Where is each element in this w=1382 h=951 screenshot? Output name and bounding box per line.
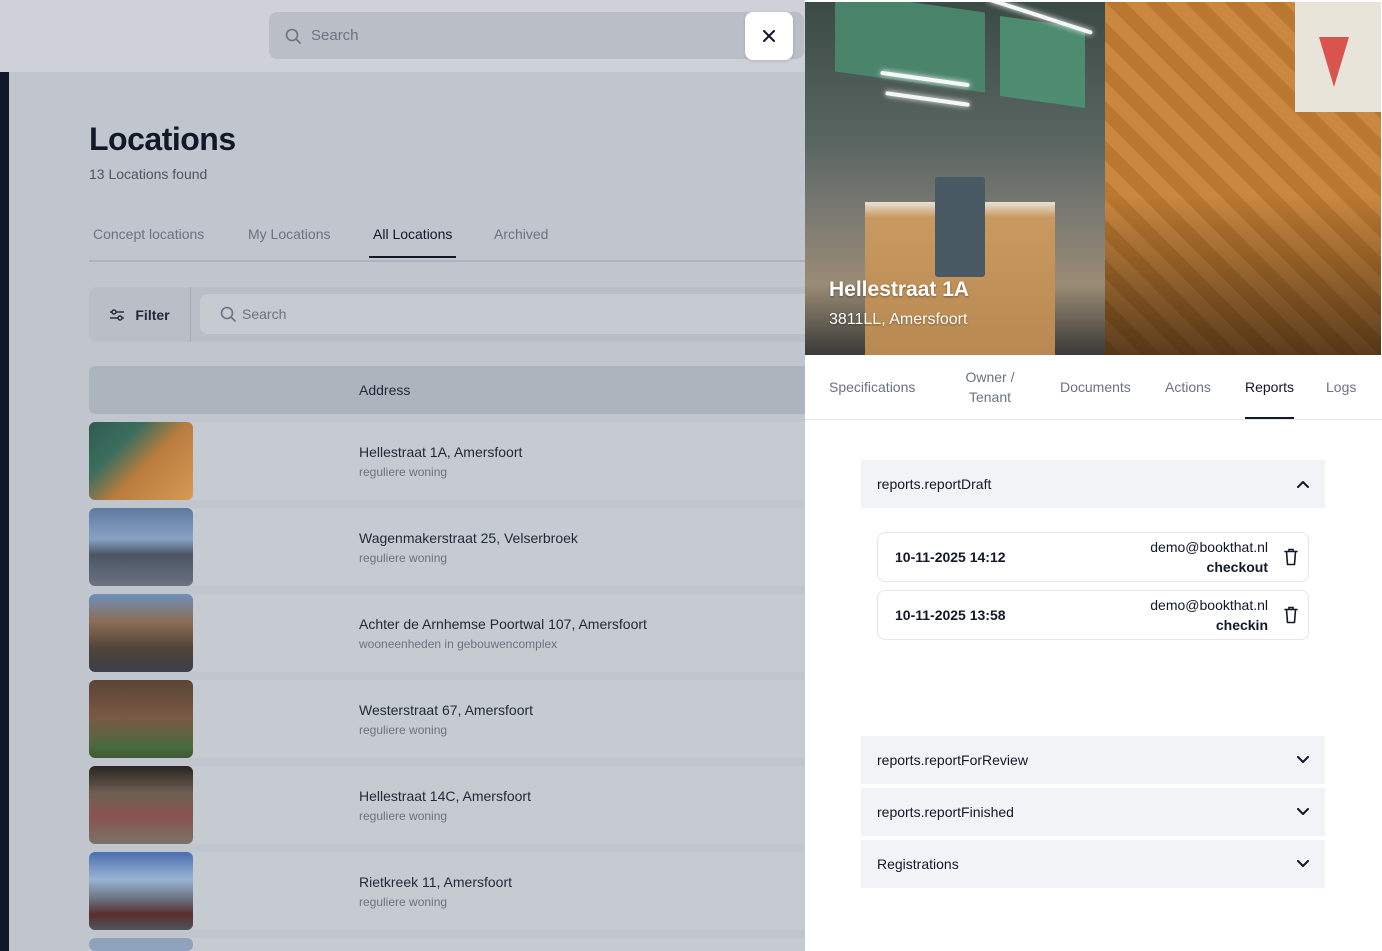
- accordion-label: reports.reportDraft: [877, 476, 992, 492]
- panel-tabs: Specifications Owner / Tenant Documents …: [805, 355, 1382, 420]
- report-date: 10-11-2025 13:58: [895, 607, 1006, 623]
- location-thumbnail: [89, 766, 193, 844]
- tab-logs[interactable]: Logs: [1326, 377, 1356, 397]
- report-date: 10-11-2025 14:12: [895, 549, 1006, 565]
- global-search-input[interactable]: Search: [269, 12, 804, 59]
- accordion-label: reports.reportFinished: [877, 804, 1014, 820]
- table-row[interactable]: [89, 938, 805, 951]
- close-icon: [763, 30, 775, 42]
- trash-icon[interactable]: [1284, 548, 1298, 566]
- location-tabs: Concept locations My Locations All Locat…: [89, 222, 805, 262]
- table-row[interactable]: Westerstraat 67, Amersfoort reguliere wo…: [89, 680, 805, 758]
- accordion-report-for-review[interactable]: reports.reportForReview: [861, 736, 1325, 784]
- trash-icon[interactable]: [1284, 606, 1298, 624]
- report-user: demo@bookthat.nl: [1150, 539, 1268, 555]
- location-thumbnail: [89, 938, 193, 951]
- tab-owner-tenant[interactable]: Owner / Tenant: [955, 367, 1025, 407]
- tab-my-locations[interactable]: My Locations: [244, 226, 334, 256]
- tab-documents[interactable]: Documents: [1060, 377, 1131, 397]
- location-thumbnail: [89, 852, 193, 930]
- table-row[interactable]: Hellestraat 1A, Amersfoort reguliere won…: [89, 422, 805, 500]
- global-search-placeholder: Search: [311, 27, 359, 44]
- chevron-up-icon: [1297, 481, 1309, 488]
- location-search-placeholder: Search: [242, 306, 287, 322]
- row-address: Rietkreek 11, Amersfoort: [359, 874, 513, 890]
- close-panel-button[interactable]: [745, 12, 793, 60]
- table-header: Address: [89, 366, 805, 414]
- row-kind: reguliere woning: [359, 809, 448, 823]
- accordion-label: reports.reportForReview: [877, 752, 1028, 768]
- table-row[interactable]: Wagenmakerstraat 25, Velserbroek regulie…: [89, 508, 805, 586]
- locations-count: 13 Locations found: [89, 166, 208, 182]
- row-address: Achter de Arnhemse Poortwal 107, Amersfo…: [359, 616, 647, 632]
- row-address: Hellestraat 1A, Amersfoort: [359, 444, 523, 460]
- search-icon: [220, 306, 236, 322]
- filter-button[interactable]: Filter: [89, 287, 191, 342]
- hero-photo-menu-board: [1000, 16, 1085, 108]
- sidebar-rail: [0, 72, 9, 951]
- row-address: Hellestraat 14C, Amersfoort: [359, 788, 531, 804]
- report-type: checkout: [1206, 559, 1268, 575]
- row-kind: reguliere woning: [359, 551, 448, 565]
- tab-concept-locations[interactable]: Concept locations: [89, 226, 208, 256]
- accordion-report-finished[interactable]: reports.reportFinished: [861, 788, 1325, 836]
- tab-all-locations[interactable]: All Locations: [369, 226, 457, 258]
- active-tab-indicator: [1245, 417, 1294, 419]
- report-user: demo@bookthat.nl: [1150, 597, 1268, 613]
- row-kind: reguliere woning: [359, 895, 448, 909]
- location-detail-panel: Hellestraat 1A 3811LL, Amersfoort Specif…: [805, 0, 1382, 951]
- location-thumbnail: [89, 594, 193, 672]
- tab-specifications[interactable]: Specifications: [829, 377, 915, 397]
- table-row[interactable]: Rietkreek 11, Amersfoort reguliere wonin…: [89, 852, 805, 930]
- hero-photo-machine: [935, 177, 985, 277]
- location-thumbnail: [89, 422, 193, 500]
- row-address: Westerstraat 67, Amersfoort: [359, 702, 534, 718]
- accordion-label: Registrations: [877, 856, 959, 872]
- location-thumbnail: [89, 680, 193, 758]
- table-row[interactable]: Hellestraat 14C, Amersfoort reguliere wo…: [89, 766, 805, 844]
- location-thumbnail: [89, 508, 193, 586]
- accordion-report-draft[interactable]: reports.reportDraft: [861, 460, 1325, 508]
- row-kind: reguliere woning: [359, 723, 448, 737]
- chevron-down-icon: [1297, 808, 1309, 815]
- report-item[interactable]: 10-11-2025 13:58 demo@bookthat.nl checki…: [877, 590, 1309, 640]
- tab-actions[interactable]: Actions: [1165, 377, 1211, 397]
- report-type: checkin: [1215, 617, 1268, 633]
- hero-photo-bag: [1295, 2, 1381, 112]
- filter-bar: Filter Search: [89, 287, 805, 342]
- row-kind: wooneenheden in gebouwencomplex: [359, 637, 558, 651]
- column-address: Address: [359, 382, 411, 398]
- filter-icon: [110, 308, 125, 321]
- location-title: Hellestraat 1A: [829, 278, 970, 301]
- row-address: Wagenmakerstraat 25, Velserbroek: [359, 530, 578, 546]
- location-hero-image: Hellestraat 1A 3811LL, Amersfoort: [805, 2, 1381, 355]
- tab-archived[interactable]: Archived: [490, 226, 552, 256]
- location-subtitle: 3811LL, Amersfoort: [829, 311, 968, 328]
- chevron-down-icon: [1297, 756, 1309, 763]
- accordion-registrations[interactable]: Registrations: [861, 840, 1325, 888]
- filter-label: Filter: [135, 306, 170, 323]
- table-row[interactable]: Achter de Arnhemse Poortwal 107, Amersfo…: [89, 594, 805, 672]
- report-item[interactable]: 10-11-2025 14:12 demo@bookthat.nl checko…: [877, 532, 1309, 582]
- chevron-down-icon: [1297, 860, 1309, 867]
- page-title: Locations: [89, 121, 236, 157]
- tab-reports[interactable]: Reports: [1245, 377, 1294, 397]
- row-kind: reguliere woning: [359, 465, 448, 479]
- search-icon: [285, 28, 301, 44]
- location-search-input[interactable]: Search: [200, 294, 805, 334]
